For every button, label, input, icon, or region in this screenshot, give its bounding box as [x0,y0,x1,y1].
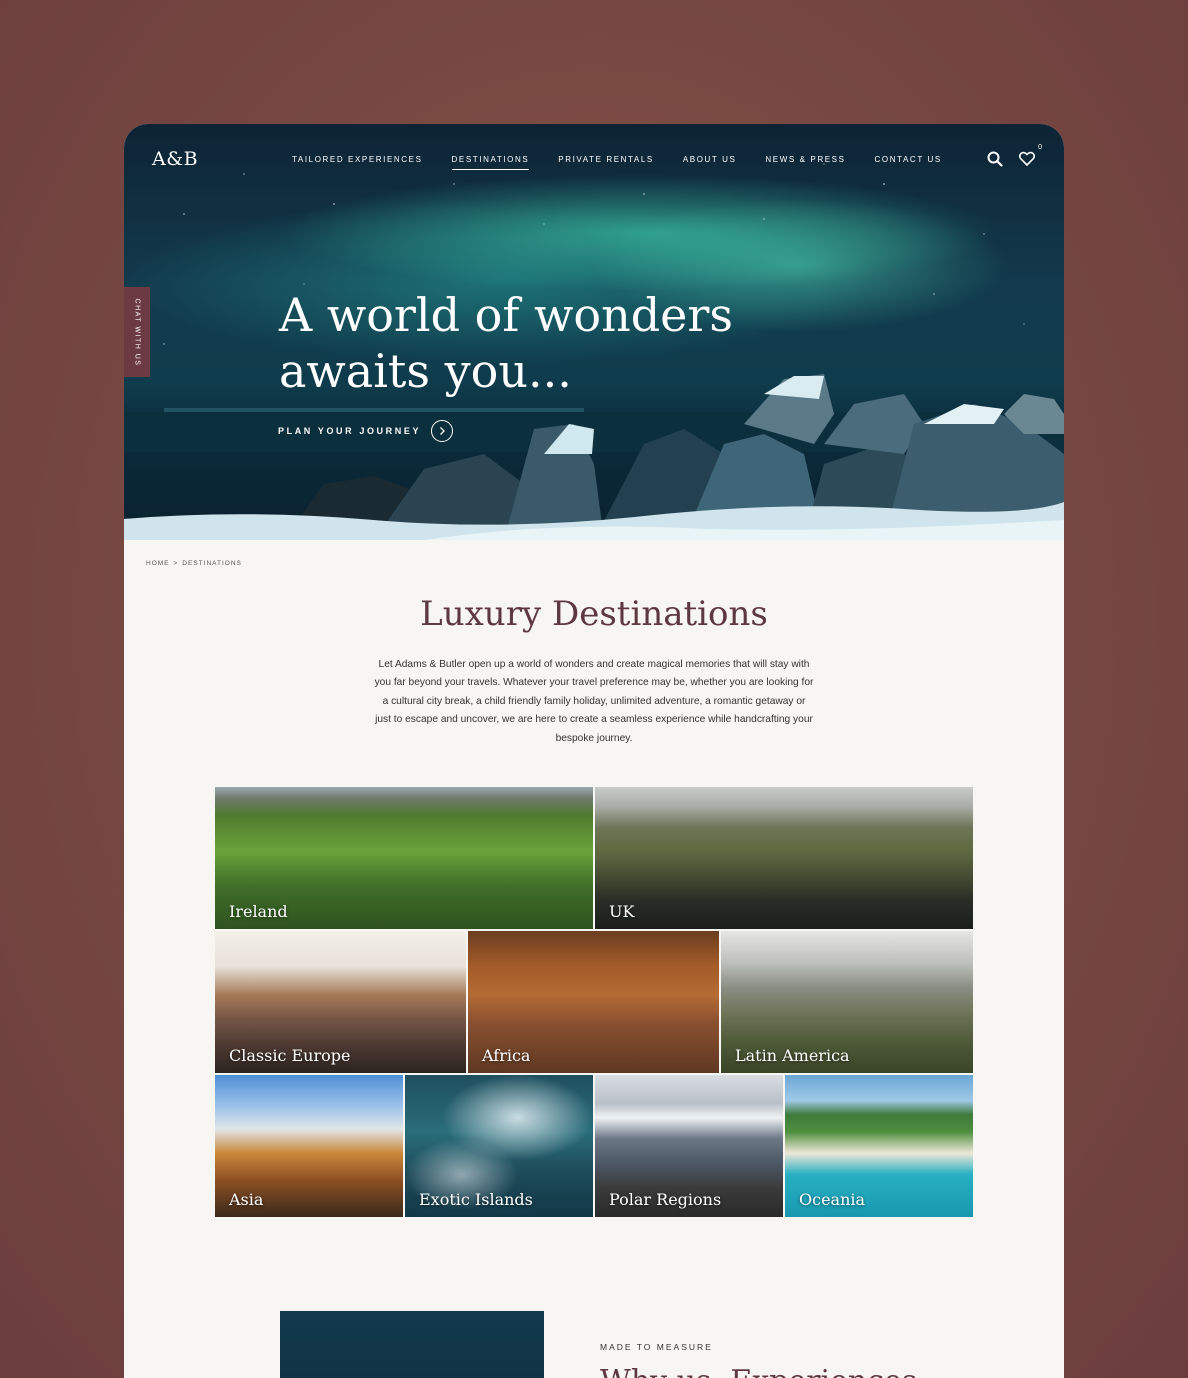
breadcrumb-current: DESTINATIONS [182,560,242,567]
destination-tile-africa[interactable]: Africa [468,931,719,1073]
wishlist-count: 0 [1038,144,1042,151]
chat-tab-label: CHAT WITH US [133,298,141,366]
grid-row-3: Asia Exotic Islands Polar Regions Oceani… [215,1075,973,1217]
destination-tile-polar-regions[interactable]: Polar Regions [595,1075,783,1217]
destination-label: UK [609,902,635,921]
destination-label: Exotic Islands [419,1190,533,1209]
chevron-right-icon [431,420,454,442]
destination-tile-uk[interactable]: UK [595,787,973,929]
destination-tile-latin-america[interactable]: Latin America [721,931,973,1073]
destination-label: Africa [482,1046,531,1065]
destination-tile-asia[interactable]: Asia [215,1075,403,1217]
destination-tile-classic-europe[interactable]: Classic Europe [215,931,466,1073]
header-actions: 0 [986,144,1042,168]
nav-tailored-experiences[interactable]: TAILORED EXPERIENCES [292,155,423,170]
nav-private-rentals[interactable]: PRIVATE RENTALS [558,155,654,170]
hero-banner: A&B TAILORED EXPERIENCES DESTINATIONS PR… [124,124,1064,540]
teaser-eyebrow: MADE TO MEASURE [600,1342,713,1352]
browser-frame: A&B TAILORED EXPERIENCES DESTINATIONS PR… [124,124,1064,1378]
destination-tile-oceania[interactable]: Oceania [785,1075,973,1217]
hero-title-line1: A world of wonders [279,288,733,342]
hero-title: A world of wonders awaits you... [279,287,739,399]
page-title: Luxury Destinations [420,594,768,634]
destination-label: Classic Europe [229,1046,351,1065]
destination-label: Polar Regions [609,1190,722,1209]
nav-contact-us[interactable]: CONTACT US [875,155,942,170]
breadcrumb-home[interactable]: HOME [146,560,170,567]
intro-paragraph: Let Adams & Butler open up a world of wo… [374,659,814,744]
chat-with-us-tab[interactable]: CHAT WITH US [124,287,150,377]
teaser-image [280,1311,544,1378]
hero-title-line2: awaits you... [279,344,572,398]
teaser-title: Why us, Experiences [600,1364,917,1378]
search-icon[interactable] [986,150,1004,168]
nav-about-us[interactable]: ABOUT US [683,155,737,170]
main-nav: TAILORED EXPERIENCES DESTINATIONS PRIVAT… [292,155,971,170]
heart-icon[interactable]: 0 [1018,144,1042,168]
plan-journey-button[interactable]: PLAN YOUR JOURNEY [278,420,454,442]
site-logo[interactable]: A&B [152,148,198,170]
nav-destinations[interactable]: DESTINATIONS [451,155,530,170]
nav-news-press[interactable]: NEWS & PRESS [765,155,845,170]
grid-row-2: Classic Europe Africa Latin America [215,931,973,1073]
breadcrumb: HOME > DESTINATIONS [146,560,242,567]
grid-row-1: Ireland UK [215,787,973,929]
destination-tile-ireland[interactable]: Ireland [215,787,593,929]
plan-journey-label: PLAN YOUR JOURNEY [278,426,422,436]
destination-label: Oceania [799,1190,866,1209]
destination-label: Latin America [735,1046,850,1065]
destination-label: Asia [229,1190,264,1209]
destinations-grid: Ireland UK Classic Europe Africa Latin A… [215,787,973,1219]
breadcrumb-separator: > [173,560,179,567]
destination-tile-exotic-islands[interactable]: Exotic Islands [405,1075,593,1217]
destination-label: Ireland [229,902,288,921]
